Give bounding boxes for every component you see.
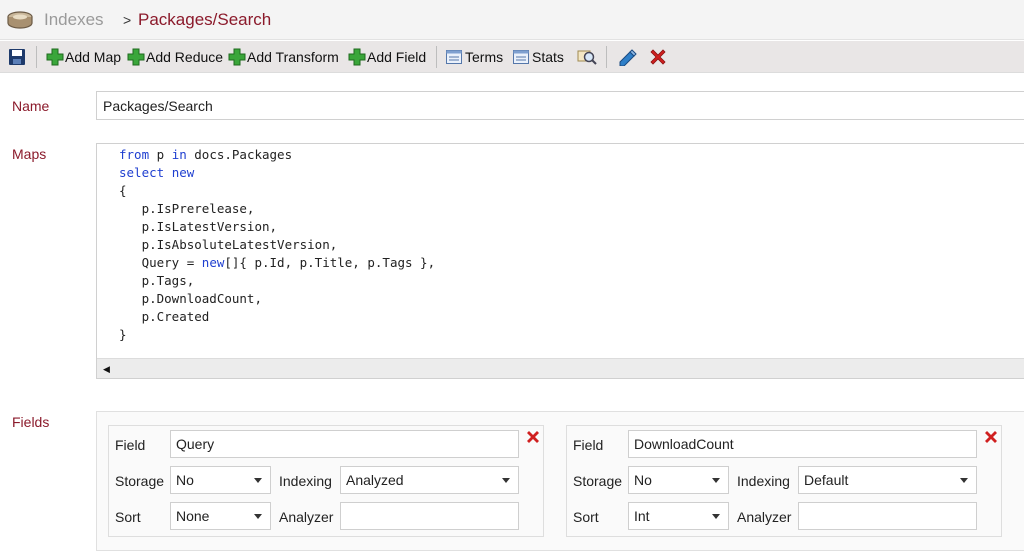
- name-label: Name: [12, 98, 50, 114]
- indexing-select[interactable]: Default: [798, 466, 977, 494]
- code-line: from p in docs.Packages: [119, 147, 293, 162]
- sort-value: None: [176, 508, 210, 524]
- analyzer-label: Analyzer: [279, 509, 334, 525]
- field-label: Field: [115, 437, 146, 453]
- field-card: Field Storage No Indexing Default Sort I…: [566, 425, 1002, 537]
- plus-icon: [127, 48, 145, 66]
- plus-icon: [228, 48, 246, 66]
- add-reduce-label: Add Reduce: [146, 49, 224, 65]
- analyzer-input[interactable]: [798, 502, 977, 530]
- maps-label: Maps: [12, 146, 47, 162]
- page-title: Packages/Search: [138, 10, 272, 29]
- add-map-button[interactable]: Add Map: [46, 47, 121, 67]
- header-bar: Indexes > Packages/Search: [0, 0, 1024, 40]
- save-button[interactable]: [8, 47, 26, 67]
- indexing-label: Indexing: [737, 473, 790, 489]
- chevron-down-icon: [254, 514, 262, 519]
- breadcrumb-indexes[interactable]: Indexes: [44, 10, 104, 30]
- plus-icon: [348, 48, 366, 66]
- add-field-button[interactable]: Add Field: [348, 47, 426, 67]
- code-line: p.IsPrerelease,: [119, 201, 255, 216]
- map-code: from p in docs.Packages select new { p.IsP…: [119, 146, 435, 344]
- document-icon: [446, 50, 462, 64]
- scroll-left-arrow-icon[interactable]: ◀: [103, 364, 110, 375]
- delete-button[interactable]: [648, 47, 668, 67]
- code-line: {: [119, 183, 127, 198]
- sort-label: Sort: [573, 509, 599, 525]
- toolbar-divider: [606, 46, 607, 68]
- analyzer-label: Analyzer: [737, 509, 792, 525]
- storage-value: No: [176, 472, 194, 488]
- stats-button[interactable]: Stats: [513, 47, 564, 67]
- map-code-editor[interactable]: from p in docs.Packages select new { p.IsP…: [96, 143, 1024, 379]
- code-line: p.IsLatestVersion,: [119, 219, 278, 234]
- field-card: Field Storage No Indexing Analyzed Sort …: [108, 425, 544, 537]
- sort-select[interactable]: None: [170, 502, 271, 530]
- sort-label: Sort: [115, 509, 141, 525]
- toolbar: Add Map Add Reduce Add Transform Add Fie…: [0, 41, 1024, 73]
- code-line: p.Tags,: [119, 273, 195, 288]
- edit-button[interactable]: [618, 47, 638, 67]
- field-name-input[interactable]: [628, 430, 977, 458]
- query-button[interactable]: [577, 47, 597, 67]
- code-line: Query = new[]{ p.Id, p.Title, p.Tags },: [119, 255, 436, 270]
- code-line: }: [119, 327, 127, 342]
- add-map-label: Add Map: [65, 49, 122, 65]
- code-line: p.Created: [119, 309, 210, 324]
- chevron-down-icon: [502, 478, 510, 483]
- storage-label: Storage: [573, 473, 623, 489]
- chevron-down-icon: [254, 478, 262, 483]
- add-transform-label: Add Transform: [247, 49, 339, 65]
- code-line: select new: [119, 165, 195, 180]
- toolbar-divider: [36, 46, 37, 68]
- code-line: p.DownloadCount,: [119, 291, 262, 306]
- field-name-input[interactable]: [170, 430, 519, 458]
- breadcrumb-separator: >: [123, 12, 132, 28]
- indexing-value: Default: [804, 472, 849, 488]
- remove-field-icon[interactable]: [984, 430, 998, 444]
- edit-icon: [619, 49, 637, 66]
- save-icon: [9, 49, 25, 65]
- terms-button[interactable]: Terms: [446, 47, 503, 67]
- delete-icon: [650, 49, 666, 65]
- plus-icon: [46, 48, 64, 66]
- horizontal-scrollbar[interactable]: ◀: [97, 358, 1024, 378]
- remove-field-icon[interactable]: [526, 430, 540, 444]
- chevron-down-icon: [712, 514, 720, 519]
- storage-select[interactable]: No: [170, 466, 271, 494]
- sort-value: Int: [634, 508, 650, 524]
- chevron-down-icon: [960, 478, 968, 483]
- indexing-label: Indexing: [279, 473, 332, 489]
- terms-label: Terms: [465, 49, 504, 65]
- storage-select[interactable]: No: [628, 466, 729, 494]
- stats-label: Stats: [532, 49, 564, 65]
- chevron-down-icon: [712, 478, 720, 483]
- document-icon: [513, 50, 529, 64]
- sort-select[interactable]: Int: [628, 502, 729, 530]
- storage-label: Storage: [115, 473, 165, 489]
- fields-label: Fields: [12, 414, 50, 430]
- analyzer-input[interactable]: [340, 502, 519, 530]
- code-line: p.IsAbsoluteLatestVersion,: [119, 237, 338, 252]
- indexing-select[interactable]: Analyzed: [340, 466, 519, 494]
- index-name-input[interactable]: [96, 91, 1024, 120]
- toolbar-divider: [436, 46, 437, 68]
- field-label: Field: [573, 437, 604, 453]
- database-icon: [7, 11, 33, 29]
- storage-value: No: [634, 472, 652, 488]
- add-field-label: Add Field: [367, 49, 427, 65]
- add-reduce-button[interactable]: Add Reduce: [127, 47, 223, 67]
- query-icon: [577, 50, 597, 65]
- indexing-value: Analyzed: [346, 472, 404, 488]
- add-transform-button[interactable]: Add Transform: [228, 47, 339, 67]
